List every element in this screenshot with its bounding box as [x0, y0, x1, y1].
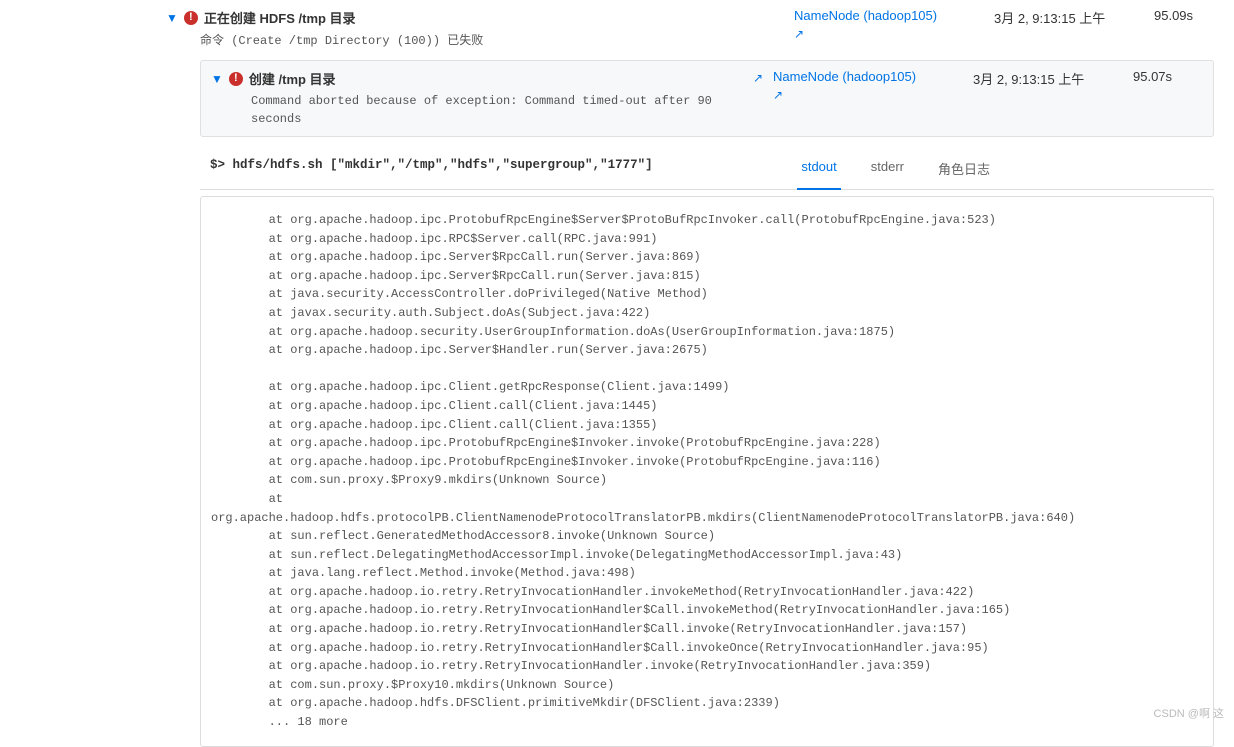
- command-prompt: $> hdfs/hdfs.sh ["mkdir","/tmp","hdfs","…: [210, 158, 653, 182]
- task2-time: 3月 2, 9:13:15 上午: [973, 69, 1123, 88]
- task1-title: 正在创建 HDFS /tmp 目录: [204, 8, 356, 27]
- task1-time: 3月 2, 9:13:15 上午: [994, 8, 1144, 27]
- task1-duration: 95.09s: [1154, 8, 1224, 23]
- chevron-down-icon[interactable]: ▼: [166, 11, 178, 25]
- tab-stderr[interactable]: stderr: [867, 151, 908, 190]
- task2-node-link[interactable]: NameNode (hadoop105): [773, 69, 916, 84]
- task1-node-link[interactable]: NameNode (hadoop105): [794, 8, 937, 23]
- task-row-2: ▼ ! 创建 /tmp 目录 Command aborted because o…: [200, 60, 1214, 137]
- task2-title: 创建 /tmp 目录: [249, 69, 336, 88]
- task2-subtext: Command aborted because of exception: Co…: [251, 92, 743, 128]
- task-row-1: ▼ ! 正在创建 HDFS /tmp 目录 命令 (Create /tmp Di…: [0, 0, 1234, 56]
- external-link-icon[interactable]: ↗: [753, 69, 763, 85]
- task2-duration: 95.07s: [1133, 69, 1203, 84]
- error-icon: !: [184, 11, 198, 25]
- output-tabs: stdout stderr 角色日志: [797, 151, 994, 189]
- error-icon: !: [229, 72, 243, 86]
- log-output: at org.apache.hadoop.ipc.ProtobufRpcEngi…: [200, 196, 1214, 747]
- tab-rolelog[interactable]: 角色日志: [934, 151, 994, 190]
- chevron-down-icon[interactable]: ▼: [211, 72, 223, 86]
- watermark: CSDN @啊 这: [1154, 705, 1224, 721]
- tab-stdout[interactable]: stdout: [797, 151, 840, 190]
- task1-subtext: 命令 (Create /tmp Directory (100)) 已失败: [200, 31, 784, 48]
- external-link-icon[interactable]: ↗: [773, 88, 963, 102]
- external-link-icon[interactable]: ↗: [794, 27, 984, 41]
